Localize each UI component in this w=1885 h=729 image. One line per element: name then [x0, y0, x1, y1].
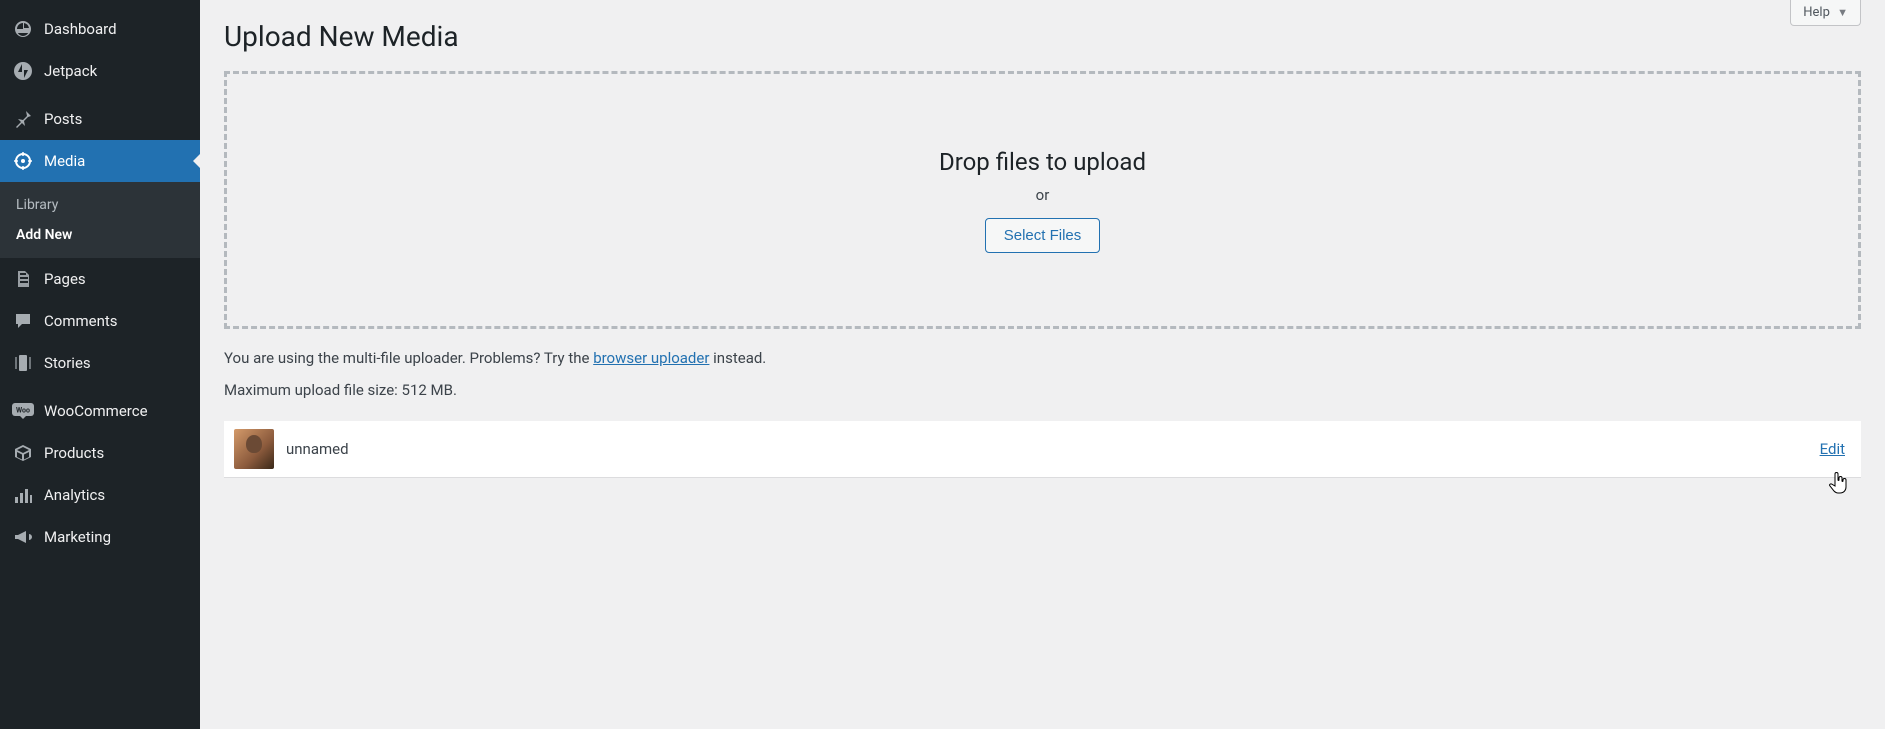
help-tab[interactable]: Help ▼ [1790, 0, 1861, 26]
analytics-icon [12, 484, 34, 506]
helper-prefix: You are using the multi-file uploader. P… [224, 349, 593, 367]
sidebar-item-label: Pages [44, 270, 86, 288]
svg-text:Woo: Woo [16, 407, 30, 415]
sidebar-item-label: Analytics [44, 486, 105, 504]
sidebar-item-dashboard[interactable]: Dashboard [0, 8, 200, 50]
drop-or-text: or [1036, 186, 1050, 204]
select-files-button[interactable]: Select Files [985, 218, 1101, 253]
sidebar-item-jetpack[interactable]: Jetpack [0, 50, 200, 92]
upload-drop-zone[interactable]: Drop files to upload or Select Files [224, 71, 1861, 329]
sidebar-item-marketing[interactable]: Marketing [0, 516, 200, 558]
uploaded-media-row: unnamed Edit [224, 421, 1861, 478]
sidebar-item-label: Stories [44, 354, 91, 372]
sidebar-item-label: Products [44, 444, 104, 462]
megaphone-icon [12, 526, 34, 548]
drop-title: Drop files to upload [939, 148, 1146, 176]
sidebar-item-media[interactable]: Media [0, 140, 200, 182]
dashboard-icon [12, 18, 34, 40]
sidebar-item-posts[interactable]: Posts [0, 98, 200, 140]
sidebar-item-label: Marketing [44, 528, 111, 546]
sidebar-item-label: Dashboard [44, 20, 117, 38]
browser-uploader-link[interactable]: browser uploader [593, 349, 709, 367]
admin-sidebar: Dashboard Jetpack Posts Media Library Ad… [0, 0, 200, 729]
sidebar-item-label: Comments [44, 312, 118, 330]
sidebar-item-stories[interactable]: Stories [0, 342, 200, 384]
max-upload-text: Maximum upload file size: 512 MB. [224, 381, 1861, 399]
submenu-item-library[interactable]: Library [0, 190, 200, 220]
uploader-helper-text: You are using the multi-file uploader. P… [224, 349, 1861, 367]
page-title: Upload New Media [224, 0, 1861, 71]
comments-icon [12, 310, 34, 332]
sidebar-item-label: Jetpack [44, 62, 97, 80]
sidebar-item-comments[interactable]: Comments [0, 300, 200, 342]
media-icon [12, 150, 34, 172]
media-thumbnail [234, 429, 274, 469]
sidebar-item-products[interactable]: Products [0, 432, 200, 474]
helper-suffix: instead. [709, 349, 766, 367]
jetpack-icon [12, 60, 34, 82]
help-label: Help [1803, 5, 1830, 20]
sidebar-item-pages[interactable]: Pages [0, 258, 200, 300]
stories-icon [12, 352, 34, 374]
woocommerce-icon: Woo [12, 400, 34, 422]
products-icon [12, 442, 34, 464]
main-content: Help ▼ Upload New Media Drop files to up… [200, 0, 1885, 729]
media-filename: unnamed [286, 440, 1820, 458]
pin-icon [12, 108, 34, 130]
edit-link[interactable]: Edit [1820, 440, 1845, 458]
sidebar-item-label: Media [44, 152, 85, 170]
submenu-item-add-new[interactable]: Add New [0, 220, 200, 250]
media-submenu: Library Add New [0, 182, 200, 258]
sidebar-item-label: WooCommerce [44, 402, 148, 420]
sidebar-item-woocommerce[interactable]: Woo WooCommerce [0, 390, 200, 432]
sidebar-item-label: Posts [44, 110, 82, 128]
chevron-down-icon: ▼ [1837, 6, 1848, 19]
sidebar-item-analytics[interactable]: Analytics [0, 474, 200, 516]
pages-icon [12, 268, 34, 290]
